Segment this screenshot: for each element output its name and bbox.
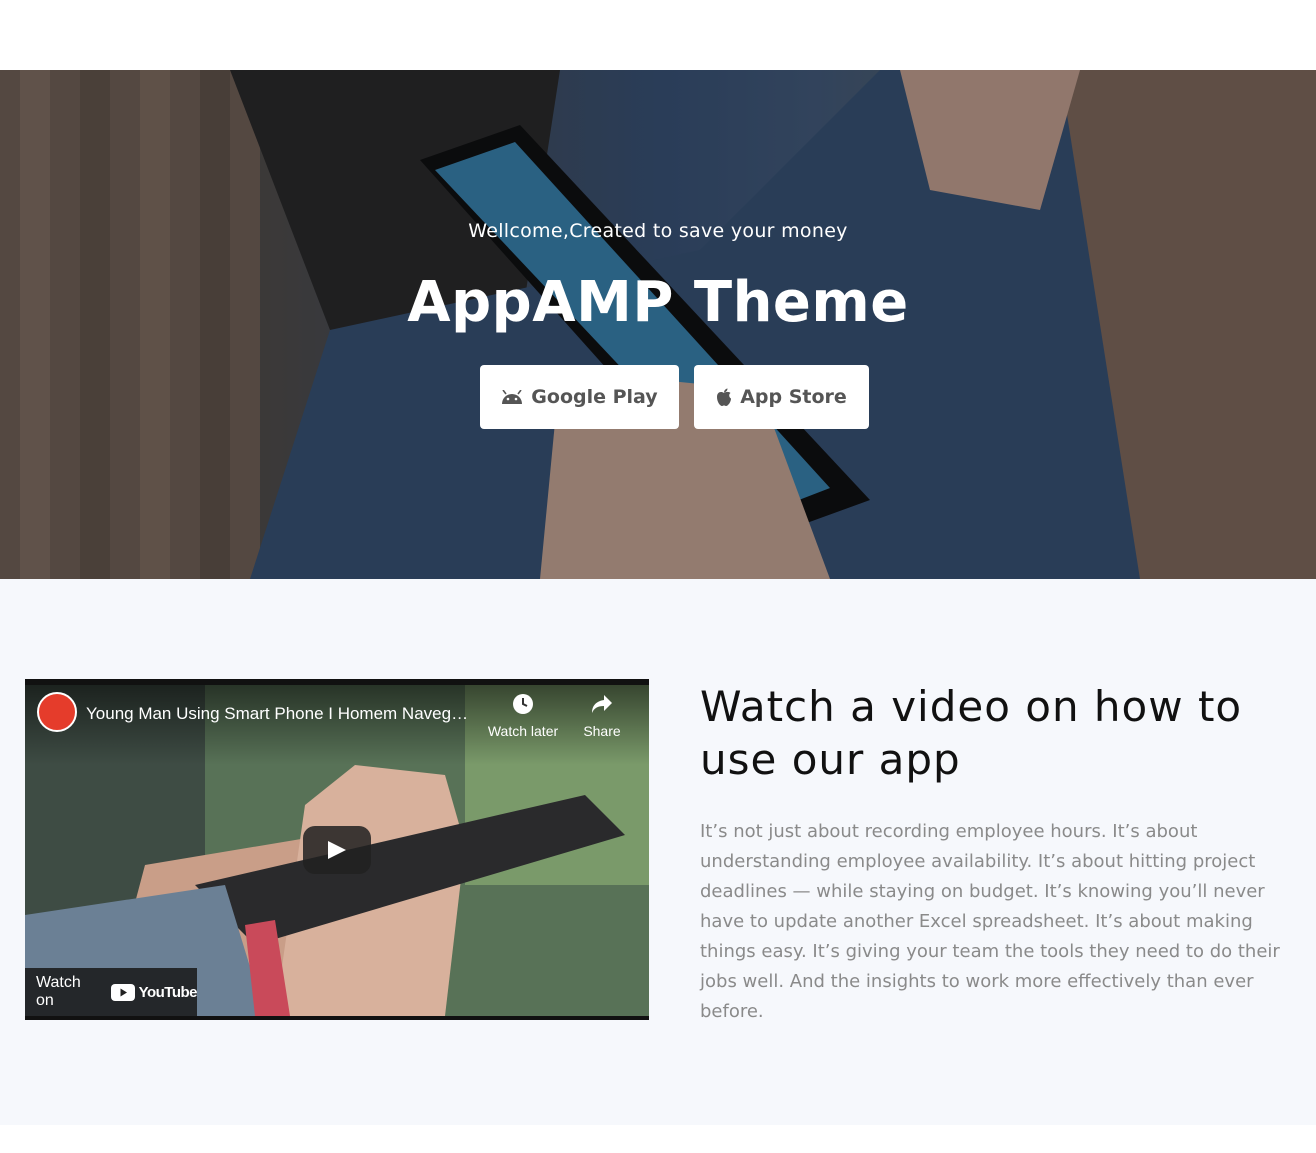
share-icon: [592, 695, 612, 713]
section-body: It’s not just about recording employee h…: [700, 821, 1280, 1022]
hero-content: Wellcome,Created to save your money AppA…: [0, 70, 1316, 579]
channel-logo-icon[interactable]: [37, 692, 77, 732]
youtube-logo: YouTube: [110, 983, 198, 1001]
top-navbar: [0, 0, 1316, 70]
app-store-label: App Store: [740, 386, 847, 408]
hero-title: AppAMP Theme: [407, 270, 909, 335]
share-button[interactable]: Share: [562, 693, 642, 739]
watch-later-button[interactable]: Watch later: [483, 693, 563, 739]
google-play-label: Google Play: [531, 386, 658, 408]
section-title: Watch a video on how to use our app: [700, 682, 1243, 784]
clock-icon: [513, 694, 533, 714]
youtube-embed[interactable]: Young Man Using Smart Phone I Homem Nave…: [25, 679, 649, 1020]
play-icon: [328, 841, 346, 859]
google-play-button[interactable]: Google Play: [480, 365, 679, 429]
video-title[interactable]: Young Man Using Smart Phone I Homem Nave…: [86, 704, 476, 724]
play-button[interactable]: [303, 826, 371, 874]
hero-subtitle: Wellcome,Created to save your money: [468, 220, 848, 242]
apple-icon: [717, 388, 732, 406]
youtube-play-icon: [110, 983, 135, 1001]
page-bottom: [0, 1125, 1316, 1153]
app-store-button[interactable]: App Store: [694, 365, 869, 429]
share-label: Share: [583, 723, 621, 739]
watch-on-youtube-link[interactable]: Watch on YouTube: [25, 968, 198, 1016]
youtube-brand: YouTube: [138, 983, 198, 1001]
hero-section: Wellcome,Created to save your money AppA…: [0, 70, 1316, 579]
android-icon: [502, 390, 523, 404]
watch-later-label: Watch later: [487, 723, 559, 739]
video-section: Young Man Using Smart Phone I Homem Nave…: [0, 579, 1316, 1125]
watch-on-label: Watch on: [36, 974, 81, 1009]
